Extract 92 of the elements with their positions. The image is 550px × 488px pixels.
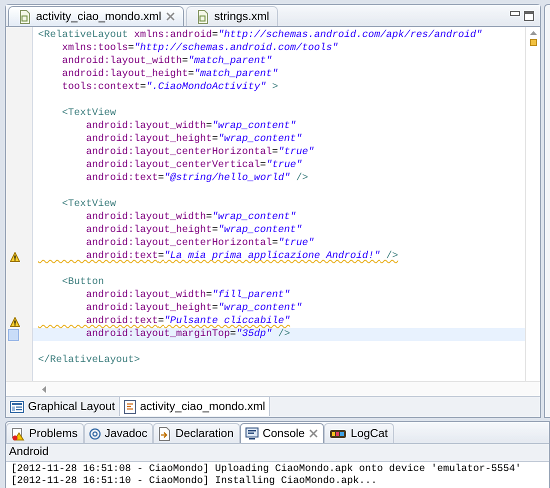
code-token: = <box>212 224 218 237</box>
warning-marker-icon <box>530 39 536 46</box>
scroll-left-icon[interactable] <box>42 386 46 392</box>
code-token: ".CiaoMondoActivity" <box>146 81 266 94</box>
code-token: = <box>206 289 212 302</box>
code-token: <TextView <box>61 107 116 120</box>
code-token: "wrap_content" <box>212 120 296 133</box>
editor-tab[interactable]: strings.xml <box>186 6 278 26</box>
code-token: android:layout_height <box>85 302 212 315</box>
view-tab[interactable]: Declaration <box>153 423 240 443</box>
code-token: = <box>230 328 236 341</box>
code-token: "@string/hello_world" <box>164 172 290 185</box>
code-token: "La mia prima applicazione Android!" <box>164 250 380 263</box>
minimize-icon[interactable] <box>510 10 520 16</box>
code-token: = <box>128 42 134 55</box>
code-token: = <box>212 302 218 315</box>
code-token: "wrap_content" <box>212 211 296 224</box>
close-icon[interactable] <box>308 429 318 438</box>
code-token: android:layout_height <box>85 224 212 237</box>
code-token: "35dp" <box>236 328 272 341</box>
code-token: xmlns:tools <box>61 42 128 55</box>
code-token: android:layout_height <box>85 133 212 146</box>
code-token: = <box>260 159 266 172</box>
view-tab[interactable]: Problems <box>6 423 84 443</box>
current-line-marker-icon <box>8 328 19 340</box>
code-token: "wrap_content" <box>218 224 302 237</box>
view-tab[interactable]: Javadoc <box>84 423 154 443</box>
code-token: = <box>272 146 278 159</box>
editor-mode-tab[interactable]: activity_ciao_mondo.xml <box>120 397 270 416</box>
layout-icon <box>10 400 24 412</box>
code-token: "Pulsante cliccabile" <box>164 315 290 328</box>
code-token: = <box>158 250 164 263</box>
code-token: android:text <box>85 250 158 263</box>
code-token: "true" <box>278 237 314 250</box>
code-token: <RelativeLayout <box>38 29 128 42</box>
code-token: = <box>182 55 188 68</box>
code-token: = <box>212 29 218 42</box>
file-icon <box>19 10 31 24</box>
code-token: </RelativeLayout> <box>38 354 140 367</box>
code-token: <TextView <box>61 198 116 211</box>
editor-tab[interactable]: activity_ciao_mondo.xml <box>8 6 184 26</box>
monitor-icon <box>244 427 259 440</box>
code-token: /> <box>295 172 308 185</box>
scroll-up-icon[interactable] <box>530 31 536 35</box>
code-token: android:layout_width <box>61 55 182 68</box>
code-token: android:layout_centerHorizontal <box>85 146 272 159</box>
warning-box-icon <box>11 426 25 440</box>
console-line: [2012-11-28 16:51:10 - CiaoMondo] Installing CiaoMondo.apk... <box>11 476 378 487</box>
file-icon <box>197 10 210 24</box>
code-token: "http://schemas.android.com/apk/res/android" <box>218 29 482 42</box>
code-token: "http://schemas.android.com/tools" <box>134 42 338 55</box>
code-token: tools:context <box>61 81 140 94</box>
console-line: [2012-11-28 16:51:08 - CiaoMondo] Uploading CiaoMondo.apk onto device 'emulator-5554' <box>11 464 522 475</box>
code-token: android:text <box>85 315 158 328</box>
code-token: "match_parent" <box>188 55 272 68</box>
code-token: = <box>188 68 194 81</box>
code-token: "wrap_content" <box>218 302 302 315</box>
code-token: "true" <box>266 159 302 172</box>
code-token: android:layout_width <box>85 211 206 224</box>
log-icon <box>328 428 347 440</box>
code-token: = <box>158 172 164 185</box>
code-token: android:layout_height <box>61 68 188 81</box>
code-token: android:text <box>85 172 158 185</box>
at-sign-icon <box>88 428 101 440</box>
code-token: android:layout_centerHorizontal <box>85 237 272 250</box>
code-token: android:layout_centerVertical <box>85 159 260 172</box>
code-token: = <box>272 237 278 250</box>
code-token: = <box>212 133 218 146</box>
editor-mode-tab[interactable]: Graphical Layout <box>6 397 120 416</box>
code-token: /> <box>277 328 290 341</box>
maximize-icon[interactable] <box>524 10 534 20</box>
code-token: xmlns:android <box>133 29 212 42</box>
code-token: android:layout_marginTop <box>85 328 230 341</box>
code-token: = <box>206 211 212 224</box>
code-token: <Button <box>61 276 104 289</box>
code-token: "wrap_content" <box>218 133 302 146</box>
close-icon[interactable] <box>166 12 176 21</box>
code-token: "true" <box>278 146 314 159</box>
code-token: = <box>140 81 146 94</box>
code-token: > <box>271 81 278 94</box>
view-tab[interactable]: Console <box>240 423 324 443</box>
document-arrow-icon <box>158 426 172 440</box>
code-token: android:layout_width <box>85 120 206 133</box>
code-token: android:layout_width <box>85 289 206 302</box>
code-token: "match_parent" <box>194 68 278 81</box>
view-tab[interactable]: LogCat <box>324 423 394 443</box>
code-token: = <box>206 120 212 133</box>
code-token: "fill_parent" <box>212 289 290 302</box>
code-token: = <box>158 315 164 328</box>
code-token: /> <box>385 250 398 263</box>
source-file-icon <box>124 400 136 414</box>
console-name: Android <box>9 446 49 458</box>
